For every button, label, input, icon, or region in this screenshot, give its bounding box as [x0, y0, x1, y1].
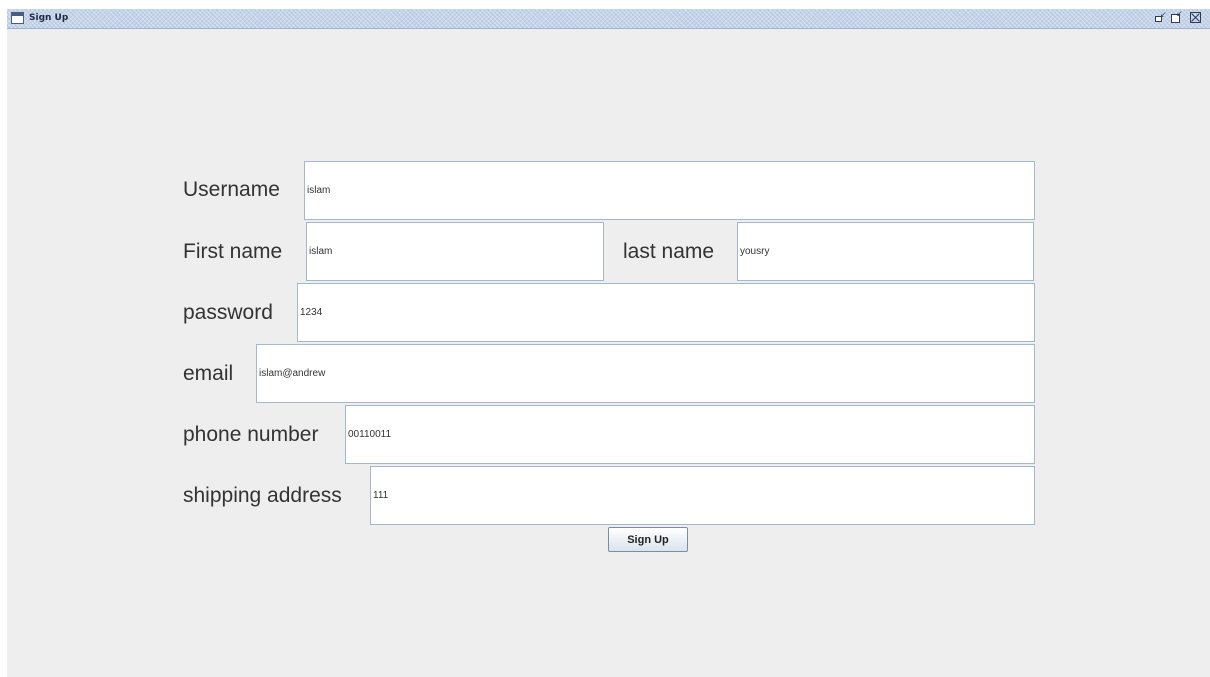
username-label: Username [183, 178, 280, 201]
password-label: password [183, 301, 273, 324]
password-field[interactable] [297, 283, 1035, 342]
last-name-field[interactable] [737, 222, 1034, 281]
phone-number-field[interactable] [345, 405, 1035, 464]
close-icon[interactable] [1190, 12, 1201, 23]
window-icon [11, 12, 24, 24]
last-name-label: last name [623, 240, 715, 263]
window-title: Sign Up [29, 13, 69, 23]
maximize-icon[interactable]: ↙ [1170, 10, 1183, 23]
shipping-address-field[interactable] [370, 466, 1035, 525]
username-field[interactable] [304, 161, 1035, 220]
title-bar[interactable]: Sign Up ↙ ↙ [7, 9, 1210, 29]
shipping-address-label: shipping address [183, 484, 342, 507]
email-field[interactable] [256, 344, 1035, 403]
sign-up-window: Sign Up ↙ ↙ [7, 9, 1210, 677]
email-label: email [183, 362, 234, 385]
minimize-icon[interactable]: ↙ [1154, 11, 1167, 23]
first-name-label: First name [183, 240, 283, 263]
phone-number-label: phone number [183, 423, 319, 446]
first-name-field[interactable] [306, 222, 604, 281]
sign-up-button[interactable]: Sign Up [608, 527, 688, 552]
